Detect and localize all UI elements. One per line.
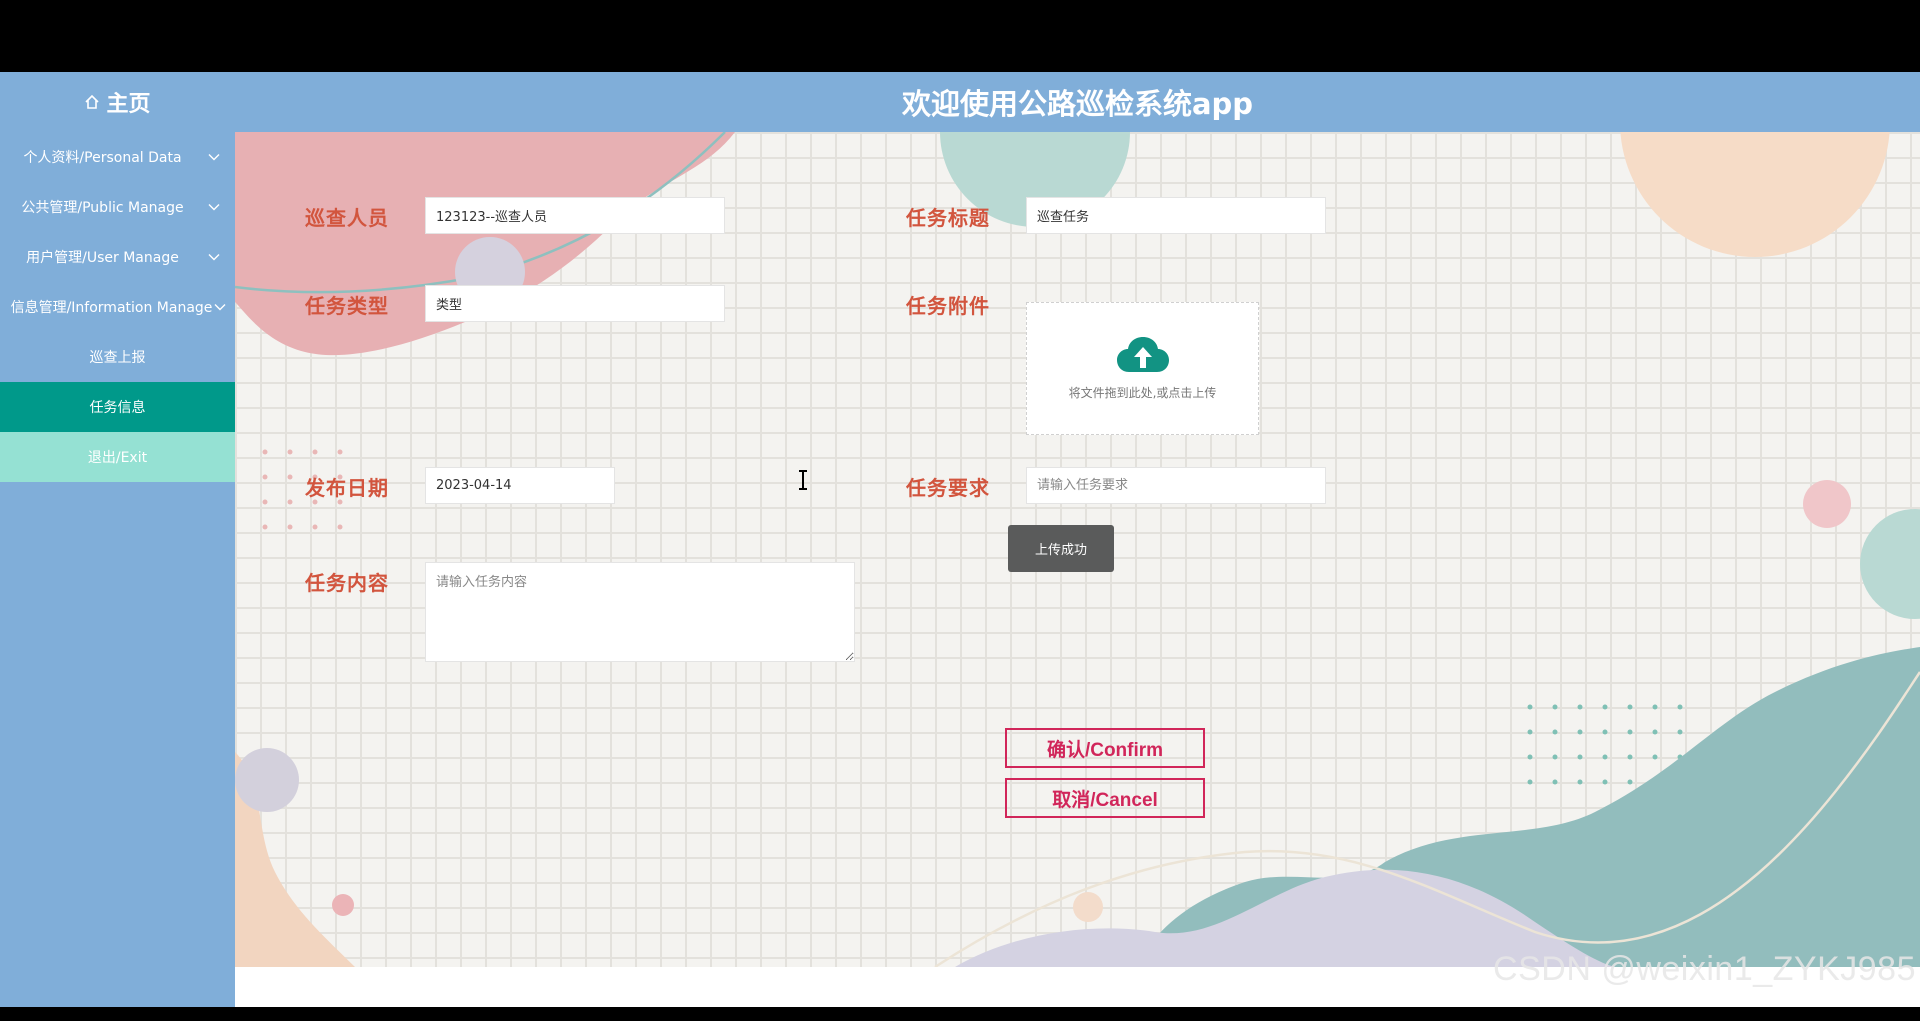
home-label: 主页	[106, 92, 151, 117]
sidebar-item-public-manage[interactable]: 公共管理/Public Manage	[0, 182, 235, 232]
sidebar-item-label: 公共管理/Public Manage	[21, 200, 184, 216]
sidebar-item-information-manage[interactable]: 信息管理/Information Manage	[0, 282, 235, 332]
inspector-field[interactable]	[425, 197, 725, 234]
sidebar-item-label: 信息管理/Information Manage	[10, 300, 213, 316]
text-cursor-icon	[799, 470, 807, 490]
task-type-field[interactable]	[425, 285, 725, 322]
inspector-label: 巡查人员	[305, 206, 389, 230]
top-header: 主页 欢迎使用公路巡检系统app	[0, 72, 1920, 132]
sidebar-item-user-manage[interactable]: 用户管理/User Manage	[0, 232, 235, 282]
home-icon	[85, 94, 100, 109]
file-upload-dropzone[interactable]: 将文件拖到此处,或点击上传	[1026, 302, 1259, 435]
sidebar-item-personal-data[interactable]: 个人资料/Personal Data	[0, 132, 235, 182]
upload-success-toast: 上传成功	[1008, 525, 1114, 572]
content-label: 任务内容	[305, 571, 389, 595]
upload-hint: 将文件拖到此处,或点击上传	[1068, 386, 1217, 400]
requirement-field[interactable]	[1026, 467, 1326, 504]
sidebar-item-inspection-report[interactable]: 巡查上报	[0, 332, 235, 382]
sidebar-item-label: 巡查上报	[89, 350, 146, 366]
sidebar-item-label: 退出/Exit	[87, 450, 148, 466]
chevron-down-icon	[208, 204, 220, 211]
cancel-button[interactable]: 取消/Cancel	[1005, 778, 1205, 818]
chevron-down-icon	[208, 254, 220, 261]
content-textarea[interactable]	[425, 562, 855, 662]
task-title-label: 任务标题	[906, 206, 990, 230]
chevron-down-icon	[208, 154, 220, 161]
attachment-label: 任务附件	[906, 294, 990, 318]
publish-date-field[interactable]	[425, 467, 615, 504]
app-window: 主页 欢迎使用公路巡检系统app 个人资料/Personal Data 公共管理…	[0, 72, 1920, 1007]
sidebar-item-task-info[interactable]: 任务信息	[0, 382, 235, 432]
main-content: 巡查人员 任务标题 任务类型 任务附件 将文件拖到此处,或点击上传 发布日期 任…	[235, 132, 1920, 967]
app-title: 欢迎使用公路巡检系统app	[901, 87, 1254, 121]
sidebar-item-label: 任务信息	[89, 400, 146, 416]
publish-date-label: 发布日期	[305, 476, 389, 500]
watermark: CSDN @weixin1_ZYKJ985	[1493, 950, 1916, 988]
home-link[interactable]: 主页	[0, 72, 235, 132]
sidebar-item-label: 用户管理/User Manage	[26, 250, 179, 266]
sidebar-item-label: 个人资料/Personal Data	[23, 150, 182, 166]
chevron-down-icon	[214, 304, 226, 311]
sidebar: 个人资料/Personal Data 公共管理/Public Manage 用户…	[0, 132, 235, 1007]
cloud-upload-icon	[1116, 337, 1169, 372]
task-type-label: 任务类型	[305, 294, 389, 318]
sidebar-item-exit[interactable]: 退出/Exit	[0, 432, 235, 482]
task-title-field[interactable]	[1026, 197, 1326, 234]
confirm-button[interactable]: 确认/Confirm	[1005, 728, 1205, 768]
requirement-label: 任务要求	[906, 476, 990, 500]
